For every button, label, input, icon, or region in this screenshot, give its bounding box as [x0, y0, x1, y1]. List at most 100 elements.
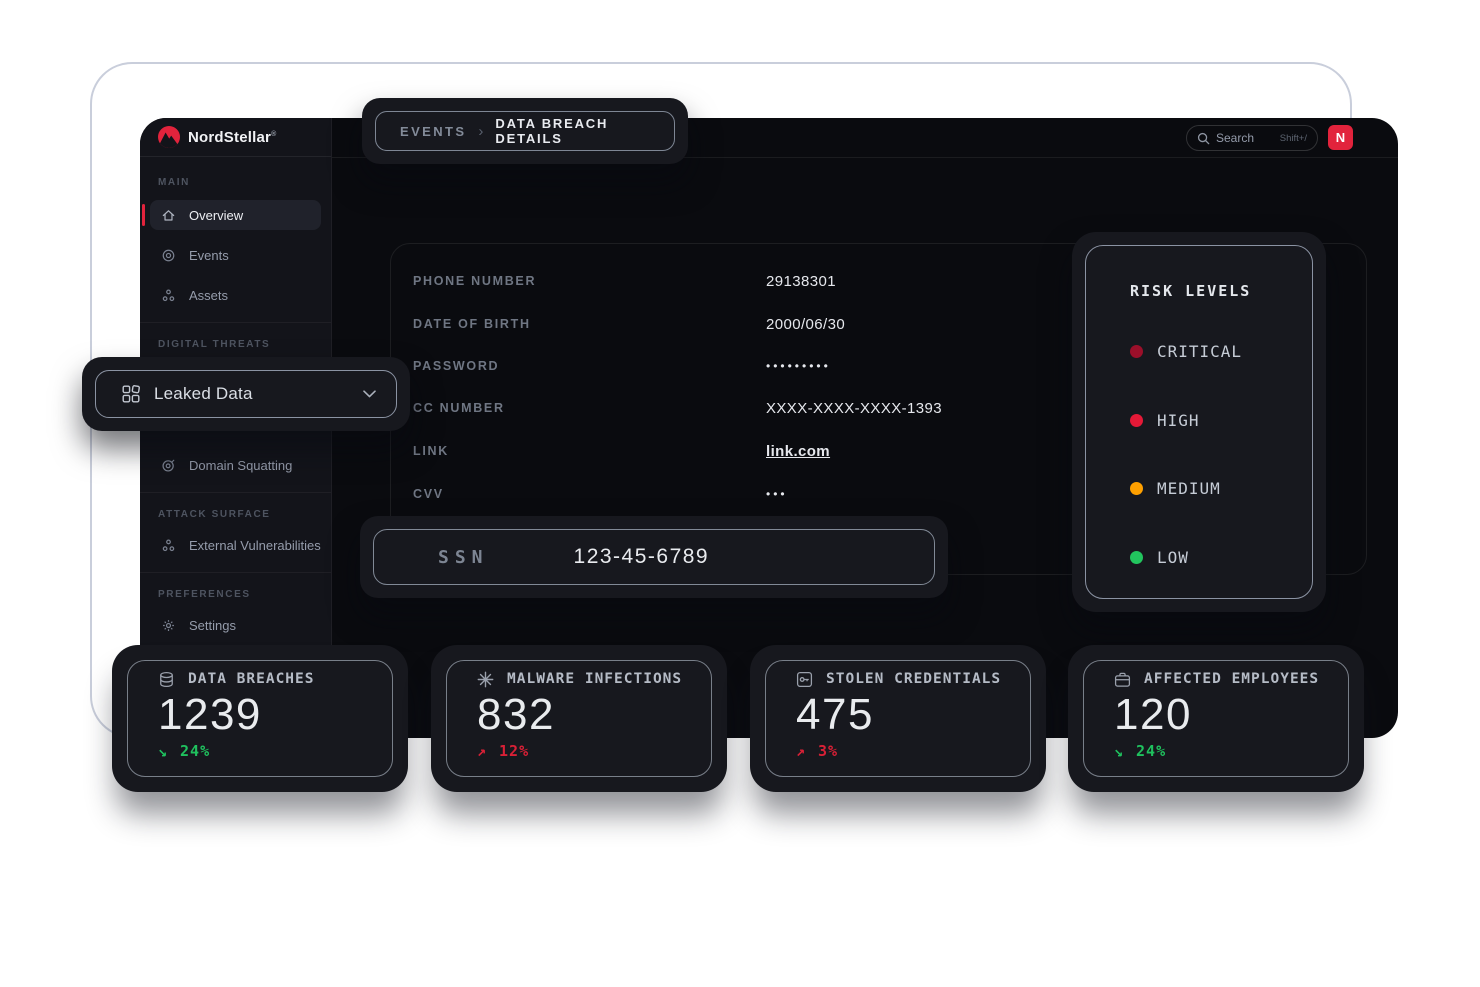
avatar[interactable]: N — [1328, 125, 1353, 150]
malware-icon — [477, 671, 494, 688]
sidebar-item-label: Assets — [189, 288, 228, 303]
briefcase-icon — [1114, 671, 1131, 688]
field-label: CC NUMBER — [413, 401, 766, 415]
trend-down-arrow-icon: ↘ — [1114, 742, 1124, 760]
trend-up-arrow-icon: ↗ — [796, 742, 806, 760]
field-value: 29138301 — [766, 273, 836, 290]
stat-card-inner: AFFECTED EMPLOYEES 120 ↘ 24% — [1083, 660, 1349, 777]
stat-title: STOLEN CREDENTIALS — [826, 671, 1001, 687]
brand-name: NordStellar® — [188, 129, 276, 146]
risk-label: CRITICAL — [1157, 342, 1242, 361]
field-label: CVV — [413, 487, 766, 501]
search-placeholder: Search — [1216, 131, 1254, 145]
sidebar-item-label: Events — [189, 248, 229, 263]
sidebar-section-digital-threats: DIGITAL THREATS — [158, 339, 331, 350]
credentials-icon — [796, 671, 813, 688]
stat-title: AFFECTED EMPLOYEES — [1144, 671, 1319, 687]
chevron-right-icon: › — [478, 123, 483, 140]
stat-trend: ↘ 24% — [1114, 742, 1348, 760]
stat-card-inner: STOLEN CREDENTIALS 475 ↗ 3% — [765, 660, 1031, 777]
breadcrumb-current: DATA BREACH DETAILS — [495, 116, 674, 146]
sidebar-item-events[interactable]: Events — [150, 240, 321, 270]
trend-percent: 3% — [818, 742, 838, 760]
field-value: 2000/06/30 — [766, 316, 845, 333]
trend-percent: 24% — [1136, 742, 1166, 760]
breadcrumb-callout: EVENTS › DATA BREACH DETAILS — [362, 98, 688, 164]
medium-dot-icon — [1130, 482, 1143, 495]
home-icon — [160, 207, 176, 223]
trend-up-arrow-icon: ↗ — [477, 742, 487, 760]
trademark: ® — [271, 131, 276, 138]
trend-down-arrow-icon: ↘ — [158, 742, 168, 760]
gear-icon — [160, 617, 176, 633]
field-label: PHONE NUMBER — [413, 274, 766, 288]
sidebar-item-label: Domain Squatting — [189, 458, 292, 473]
stat-value: 1239 — [158, 691, 392, 739]
field-value-masked: ••••••••• — [766, 359, 831, 373]
breadcrumb: EVENTS › DATA BREACH DETAILS — [375, 111, 675, 151]
nodes-icon — [160, 287, 176, 303]
sidebar-divider — [140, 322, 331, 323]
risk-item-critical: CRITICAL — [1130, 342, 1242, 361]
ssn-value: 123-45-6789 — [574, 545, 710, 569]
risk-item-medium: MEDIUM — [1130, 479, 1221, 498]
risk-label: HIGH — [1157, 411, 1200, 430]
stat-card-stolen-credentials: STOLEN CREDENTIALS 475 ↗ 3% — [750, 645, 1046, 792]
sidebar-item-leaked-data[interactable]: Leaked Data — [95, 370, 397, 418]
sidebar-item-domain-squatting[interactable]: Domain Squatting — [150, 450, 321, 480]
brand-logo-row[interactable]: NordStellar® — [140, 118, 331, 157]
grid-icon — [122, 385, 140, 403]
stat-value: 475 — [796, 691, 1030, 739]
stat-title: MALWARE INFECTIONS — [507, 671, 682, 687]
page: NordStellar® MAIN Overview Event — [0, 0, 1480, 987]
stat-card-inner: DATA BREACHES 1239 ↘ 24% — [127, 660, 393, 777]
leaked-data-callout: Leaked Data — [82, 357, 410, 431]
sidebar-item-assets[interactable]: Assets — [150, 280, 321, 310]
ssn-row: SSN 123-45-6789 — [373, 529, 935, 585]
trend-percent: 24% — [180, 742, 210, 760]
field-label: DATE OF BIRTH — [413, 317, 766, 331]
active-indicator — [142, 204, 145, 226]
critical-dot-icon — [1130, 345, 1143, 358]
stat-card-inner: MALWARE INFECTIONS 832 ↗ 12% — [446, 660, 712, 777]
risk-item-high: HIGH — [1130, 411, 1200, 430]
database-icon — [158, 671, 175, 688]
low-dot-icon — [1130, 551, 1143, 564]
risk-item-low: LOW — [1130, 548, 1189, 567]
sidebar-item-label: Overview — [189, 208, 243, 223]
sidebar-divider — [140, 492, 331, 493]
breadcrumb-parent[interactable]: EVENTS — [400, 124, 466, 139]
search-input[interactable]: Search Shift+/ — [1186, 125, 1318, 151]
sidebar-section-main: MAIN — [158, 177, 331, 188]
sidebar-item-label: External Vulnerabilities — [189, 538, 321, 553]
sidebar-item-overview[interactable]: Overview — [150, 200, 321, 230]
sidebar-section-attack-surface: ATTACK SURFACE — [158, 509, 331, 520]
field-value-masked: ••• — [766, 487, 788, 501]
sidebar-item-settings[interactable]: Settings — [150, 610, 321, 640]
trend-percent: 12% — [499, 742, 529, 760]
high-dot-icon — [1130, 414, 1143, 427]
stat-value: 832 — [477, 691, 711, 739]
risk-levels-title: RISK LEVELS — [1130, 282, 1251, 300]
ssn-label: SSN — [438, 547, 489, 568]
stat-card-malware-infections: MALWARE INFECTIONS 832 ↗ 12% — [431, 645, 727, 792]
field-label: LINK — [413, 444, 766, 458]
stat-card-data-breaches: DATA BREACHES 1239 ↘ 24% — [112, 645, 408, 792]
ssn-callout: SSN 123-45-6789 — [360, 516, 948, 598]
sidebar-item-label: Settings — [189, 618, 236, 633]
target-icon — [160, 247, 176, 263]
stat-trend: ↘ 24% — [158, 742, 392, 760]
risk-levels-card: RISK LEVELS CRITICAL HIGH MEDIUM LOW — [1085, 245, 1313, 599]
sidebar-item-external-vulnerabilities[interactable]: External Vulnerabilities — [150, 530, 321, 560]
stat-value: 120 — [1114, 691, 1348, 739]
stat-trend: ↗ 3% — [796, 742, 1030, 760]
risk-levels-callout: RISK LEVELS CRITICAL HIGH MEDIUM LOW — [1072, 232, 1326, 612]
sidebar-section-preferences: PREFERENCES — [158, 589, 331, 600]
risk-label: LOW — [1157, 548, 1189, 567]
chevron-down-icon[interactable] — [363, 390, 376, 398]
stat-title: DATA BREACHES — [188, 671, 315, 687]
breach-link[interactable]: link.com — [766, 443, 830, 460]
risk-label: MEDIUM — [1157, 479, 1221, 498]
stat-card-affected-employees: AFFECTED EMPLOYEES 120 ↘ 24% — [1068, 645, 1364, 792]
search-icon — [1197, 132, 1210, 145]
